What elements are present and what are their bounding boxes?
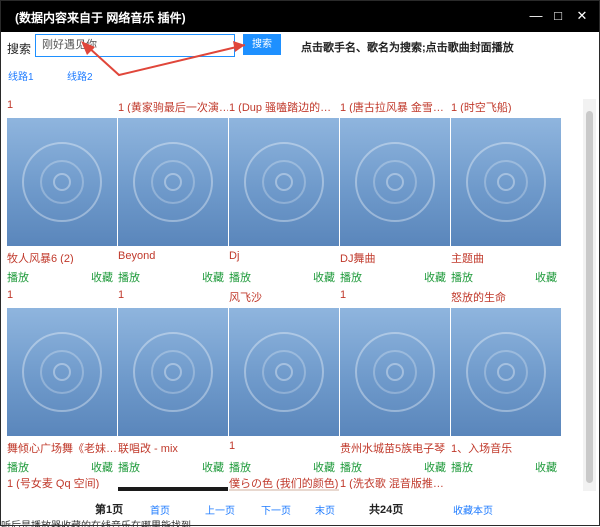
play-button[interactable]: 播放 bbox=[340, 459, 362, 475]
play-button[interactable]: 播放 bbox=[7, 459, 29, 475]
singer-name[interactable]: 舞倾心广场舞《老妹… bbox=[7, 440, 117, 454]
music-plugin-window: (数据内容来自于 网络音乐 插件) — □ ✕ 搜索 刚好遇见你 搜索 点击歌手… bbox=[0, 0, 600, 527]
close-icon[interactable]: ✕ bbox=[571, 5, 593, 27]
fav-button[interactable]: 收藏 bbox=[424, 269, 446, 285]
play-button[interactable]: 播放 bbox=[451, 459, 473, 475]
song-cover[interactable] bbox=[451, 118, 561, 246]
fav-button[interactable]: 收藏 bbox=[535, 459, 557, 475]
disc-center bbox=[53, 363, 71, 381]
current-page: 第1页 bbox=[95, 504, 124, 516]
singer-name[interactable]: 1 bbox=[229, 440, 339, 454]
play-button[interactable]: 播放 bbox=[229, 269, 251, 285]
song-title[interactable]: 1 (号女麦 Qq 空间) bbox=[7, 475, 117, 489]
song-cover[interactable] bbox=[118, 487, 228, 491]
song-title[interactable]: 1 (时空飞船) bbox=[451, 99, 561, 113]
play-button[interactable]: 播放 bbox=[229, 459, 251, 475]
fav-button[interactable]: 收藏 bbox=[313, 459, 335, 475]
song-title[interactable]: 1 bbox=[7, 99, 117, 113]
last-page-link[interactable]: 末页 bbox=[315, 502, 335, 517]
disc-center bbox=[275, 173, 293, 191]
song-cover[interactable] bbox=[118, 308, 228, 436]
song-cover[interactable] bbox=[7, 118, 117, 246]
fav-page-link[interactable]: 收藏本页 bbox=[453, 502, 493, 517]
song-cover[interactable] bbox=[229, 118, 339, 246]
singer-name[interactable]: Beyond bbox=[118, 250, 228, 264]
fav-button[interactable]: 收藏 bbox=[424, 459, 446, 475]
search-button[interactable]: 搜索 bbox=[243, 34, 281, 55]
play-button[interactable]: 播放 bbox=[118, 269, 140, 285]
disc-center bbox=[386, 363, 404, 381]
search-input[interactable]: 刚好遇见你 bbox=[35, 34, 235, 57]
fav-button[interactable]: 收藏 bbox=[535, 269, 557, 285]
song-cover[interactable] bbox=[340, 308, 450, 436]
play-button[interactable]: 播放 bbox=[451, 269, 473, 285]
play-button[interactable]: 播放 bbox=[118, 459, 140, 475]
song-title[interactable]: 1 (唐古拉风暴 金雪… bbox=[340, 99, 450, 113]
song-cover[interactable] bbox=[451, 308, 561, 436]
song-title[interactable]: 风飞沙 bbox=[229, 289, 339, 303]
title-bar: (数据内容来自于 网络音乐 插件) — □ ✕ bbox=[1, 1, 599, 32]
song-cover[interactable] bbox=[118, 118, 228, 246]
disc-center bbox=[53, 173, 71, 191]
song-title[interactable]: 1 bbox=[340, 289, 450, 303]
prev-page-link[interactable]: 上一页 bbox=[205, 502, 235, 517]
disc-center bbox=[497, 363, 515, 381]
search-label: 搜索 bbox=[7, 42, 32, 56]
song-cover[interactable] bbox=[340, 118, 450, 246]
singer-name[interactable]: 主题曲 bbox=[451, 250, 561, 264]
singer-name[interactable]: DJ舞曲 bbox=[340, 250, 450, 264]
minimize-icon[interactable]: — bbox=[525, 5, 547, 27]
song-grid: 1 牧人风暴6 (2) 播放 收藏 1 (黄家驹最后一次演… Beyond 播放… bbox=[7, 99, 563, 491]
song-title[interactable]: 怒放的生命 bbox=[451, 289, 561, 303]
total-pages: 共24页 bbox=[369, 504, 404, 516]
song-cover[interactable] bbox=[229, 489, 339, 491]
play-button[interactable]: 播放 bbox=[7, 269, 29, 285]
singer-name[interactable]: 贵州水城苗5族电子琴 bbox=[340, 440, 450, 454]
song-title[interactable]: 1 (Dup 骚嗑踏边的… bbox=[229, 99, 339, 113]
disc-center bbox=[164, 173, 182, 191]
disc-center bbox=[386, 173, 404, 191]
fav-button[interactable]: 收藏 bbox=[91, 269, 113, 285]
next-page-link[interactable]: 下一页 bbox=[261, 502, 291, 517]
route-1-link[interactable]: 线路1 bbox=[8, 68, 34, 83]
play-button[interactable]: 播放 bbox=[340, 269, 362, 285]
song-title[interactable]: 1 bbox=[118, 289, 228, 303]
scrollbar-thumb[interactable] bbox=[586, 111, 593, 483]
song-cover[interactable] bbox=[229, 308, 339, 436]
song-title[interactable]: 1 (黄家驹最后一次演… bbox=[118, 99, 228, 113]
singer-name[interactable]: 1、入场音乐 bbox=[451, 440, 561, 454]
song-title[interactable]: 1 bbox=[7, 289, 117, 303]
route-2-link[interactable]: 线路2 bbox=[67, 68, 93, 83]
disc-center bbox=[497, 173, 515, 191]
fav-button[interactable]: 收藏 bbox=[202, 269, 224, 285]
song-title[interactable]: 1 (洗衣歌 混音版推… bbox=[340, 475, 450, 489]
singer-name[interactable]: Dj bbox=[229, 250, 339, 264]
fav-button[interactable]: 收藏 bbox=[202, 459, 224, 475]
song-cover[interactable] bbox=[7, 308, 117, 436]
singer-name[interactable]: 牧人风暴6 (2) bbox=[7, 250, 117, 264]
vertical-scrollbar[interactable] bbox=[583, 99, 596, 491]
fav-button[interactable]: 收藏 bbox=[313, 269, 335, 285]
first-page-link[interactable]: 首页 bbox=[150, 502, 170, 517]
fav-button[interactable]: 收藏 bbox=[91, 459, 113, 475]
disc-center bbox=[275, 363, 293, 381]
maximize-icon[interactable]: □ bbox=[547, 5, 569, 27]
search-hint: 点击歌手名、歌名为搜索;点击歌曲封面播放 bbox=[301, 42, 514, 54]
window-title: (数据内容来自于 网络音乐 插件) bbox=[15, 11, 186, 25]
disc-center bbox=[164, 363, 182, 381]
singer-name[interactable]: 联唱改 - mix bbox=[118, 440, 228, 454]
song-title[interactable]: 僕らの色 (我们的颜色) bbox=[229, 475, 339, 489]
